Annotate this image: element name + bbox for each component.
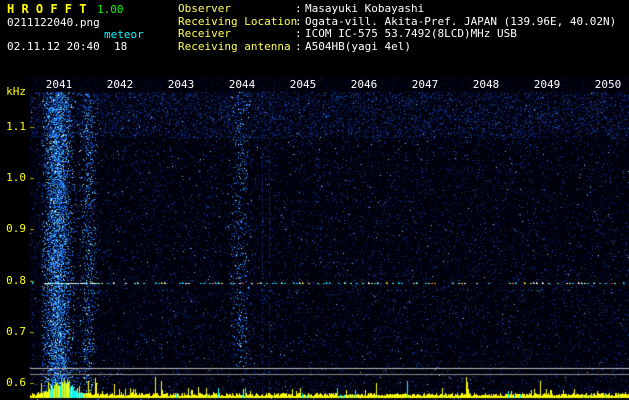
time-label-2042: 2042 (106, 78, 134, 91)
time-label-2050: 2050 (594, 78, 622, 91)
info-label-antenna: Receiving antenna (178, 40, 291, 53)
info-separator: : (295, 27, 302, 40)
info-row-antenna: Receiving antenna : A504HB(yagi 4el) (178, 41, 411, 53)
time-label-2041: 2041 (45, 78, 73, 91)
spectrogram-canvas (0, 0, 629, 400)
output-filename: 0211122040.png (7, 16, 100, 29)
freq-label-0-7: 0.7 (6, 325, 26, 338)
time-label-2045: 2045 (289, 78, 317, 91)
freq-label-1-0: 1.0 (6, 171, 26, 184)
info-label-receiver: Receiver (178, 27, 231, 40)
echo-count: 18 (114, 40, 128, 53)
time-label-2046: 2046 (350, 78, 378, 91)
info-value-observer: Masayuki Kobayashi (305, 2, 425, 15)
app-version: 1.00 (97, 3, 124, 16)
freq-label-1-1: 1.1 (6, 120, 26, 133)
freq-label-0-6: 0.6 (6, 376, 26, 389)
freq-label-0-9: 0.9 (6, 222, 26, 235)
freq-unit-label: kHz (6, 85, 26, 98)
freq-label-0-8: 0.8 (6, 274, 26, 287)
hrofft-output-window: H R O F F T 1.00 0211122040.png meteor 0… (0, 0, 629, 400)
info-row-observer: Observer : Masayuki Kobayashi (178, 3, 424, 15)
info-separator: : (295, 2, 302, 15)
app-title: H R O F F T (7, 2, 87, 16)
time-label-2043: 2043 (167, 78, 195, 91)
info-label-observer: Observer (178, 2, 231, 15)
time-label-2049: 2049 (533, 78, 561, 91)
info-value-antenna: A504HB(yagi 4el) (305, 40, 411, 53)
time-label-2048: 2048 (472, 78, 500, 91)
info-value-receiver: ICOM IC-575 53.7492(8LCD)MHz USB (305, 27, 517, 40)
info-row-receiver: Receiver : ICOM IC-575 53.7492(8LCD)MHz … (178, 28, 517, 40)
time-label-2044: 2044 (228, 78, 256, 91)
info-separator: : (295, 40, 302, 53)
time-label-2047: 2047 (411, 78, 439, 91)
datetime-label: 02.11.12 20:40 (7, 40, 100, 53)
